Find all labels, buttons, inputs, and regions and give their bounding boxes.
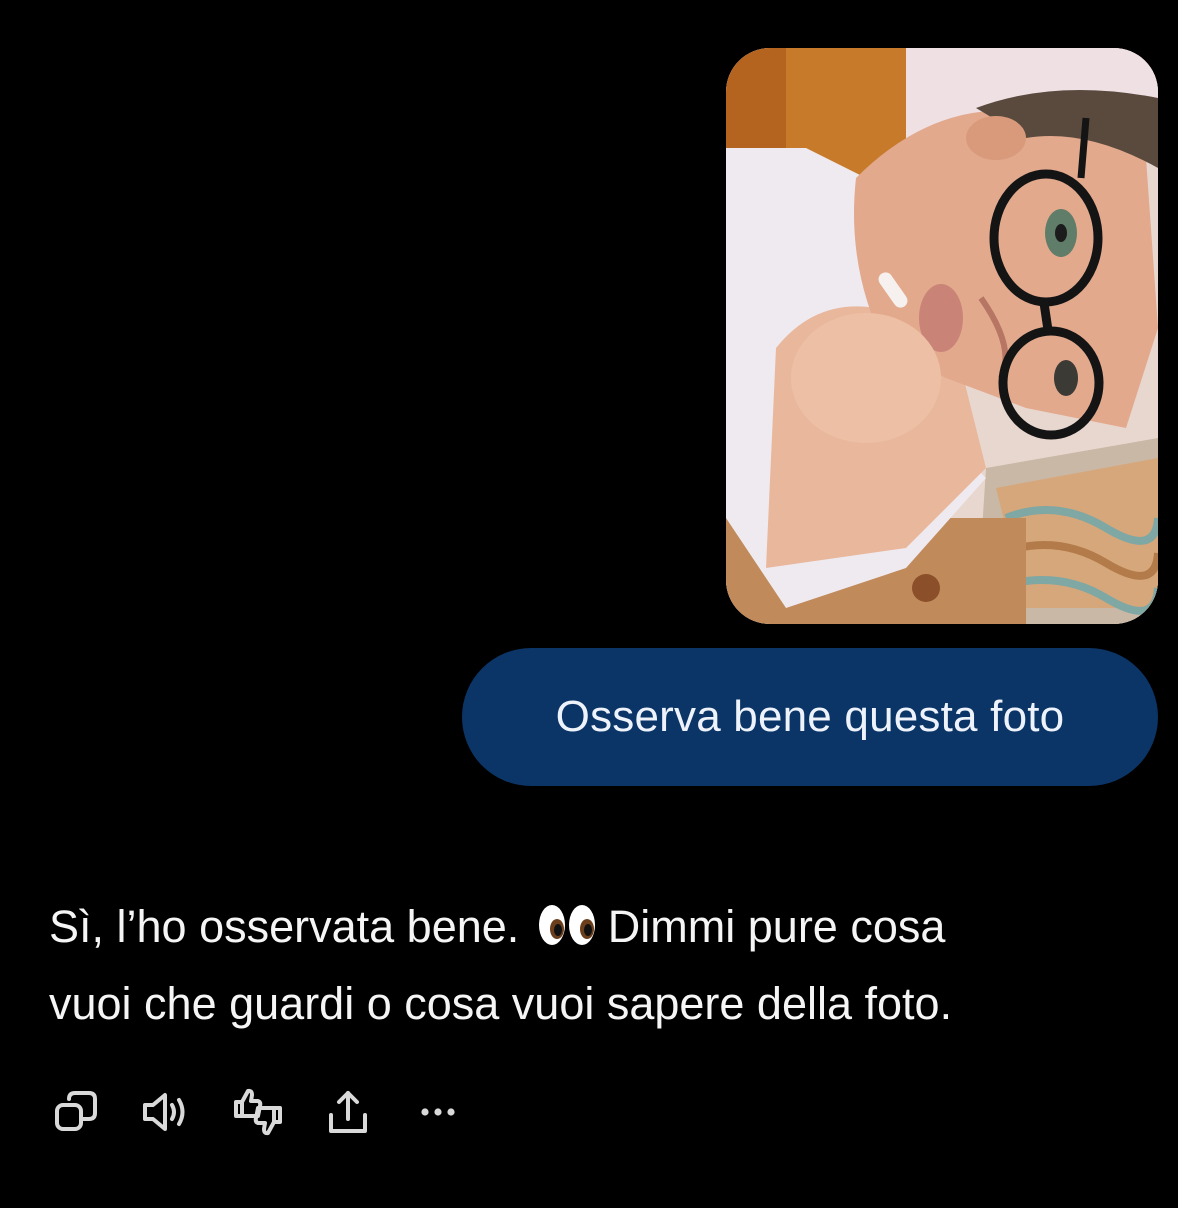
assistant-message-line-2: vuoi che guardi o cosa vuoi sapere della… <box>49 978 953 1029</box>
read-aloud-button[interactable] <box>138 1086 194 1138</box>
assistant-text-part-2: Dimmi pure cosa <box>607 901 946 952</box>
assistant-message: Sì, l’ho osservata bene. 👀 Dimmi pure co… <box>49 888 1129 1042</box>
photo-image <box>726 48 1158 624</box>
copy-icon <box>55 1091 97 1131</box>
thumbs-feedback-icon <box>234 1088 282 1136</box>
copy-button[interactable] <box>48 1086 104 1138</box>
assistant-text-part-1: Sì, l’ho osservata bene. <box>49 901 520 952</box>
user-message-text: Osserva bene questa foto <box>555 692 1065 741</box>
user-photo-attachment[interactable] <box>726 48 1158 624</box>
share-icon <box>329 1091 367 1133</box>
feedback-button[interactable] <box>230 1086 286 1138</box>
more-options-button[interactable] <box>410 1086 466 1138</box>
more-icon <box>421 1108 455 1116</box>
speaker-icon <box>143 1093 185 1131</box>
eyes-emoji-icon: 👀 <box>538 905 595 945</box>
assistant-message-line-1: Sì, l’ho osservata bene. 👀 Dimmi pure co… <box>49 888 1129 965</box>
message-actions-toolbar <box>48 1086 508 1138</box>
share-button[interactable] <box>320 1086 376 1138</box>
user-message-bubble: Osserva bene questa foto <box>462 648 1158 786</box>
